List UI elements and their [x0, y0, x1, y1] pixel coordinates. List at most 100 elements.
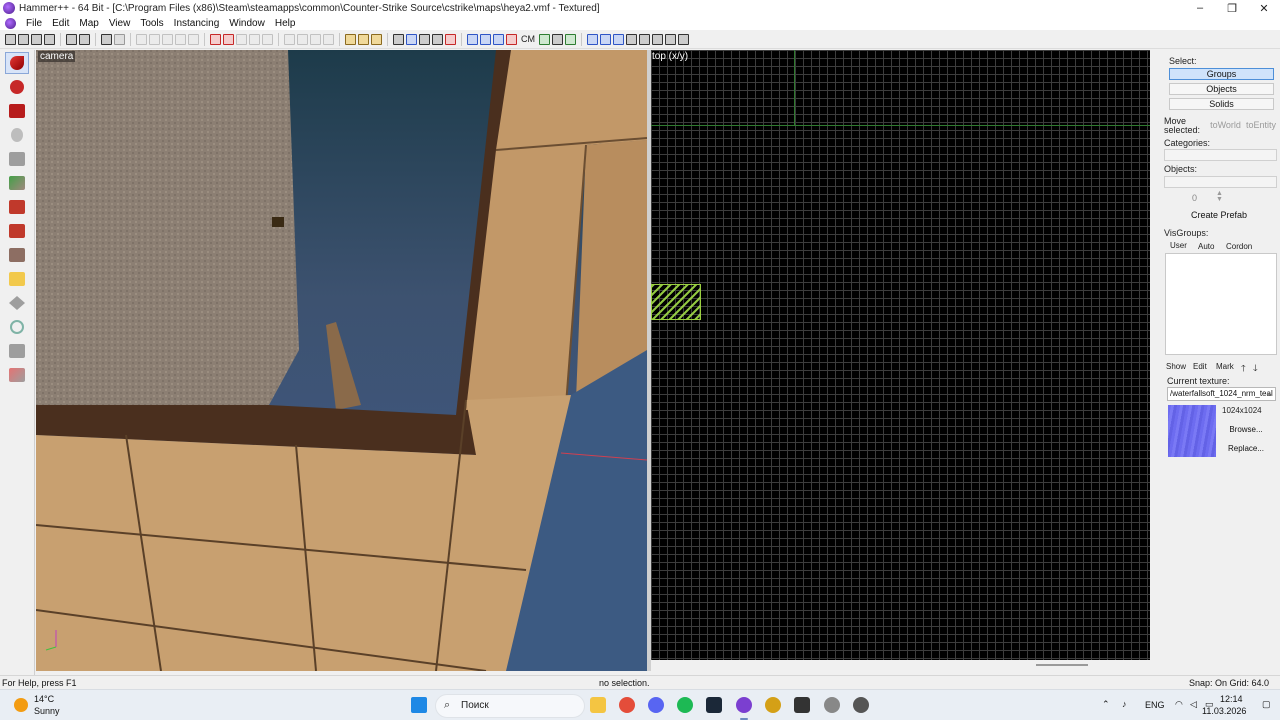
- menu-view[interactable]: View: [104, 18, 136, 29]
- top-viewport[interactable]: top (x/y): [651, 50, 1150, 660]
- microphone-icon[interactable]: ♪: [1122, 699, 1127, 709]
- select-by-handles-icon[interactable]: [406, 33, 417, 45]
- cubemap-toggle[interactable]: CM: [521, 34, 535, 44]
- decal-tool[interactable]: [5, 220, 29, 242]
- select-all-icon[interactable]: [552, 33, 563, 45]
- entity-report-icon[interactable]: [467, 33, 478, 45]
- scroll-thumb[interactable]: [1036, 664, 1088, 666]
- visgroups-tab-user[interactable]: User: [1170, 241, 1187, 250]
- clip-icon[interactable]: [262, 33, 273, 45]
- magnify-tool[interactable]: [5, 76, 29, 98]
- map-info-icon[interactable]: [493, 33, 504, 45]
- camera-scene[interactable]: [36, 50, 647, 671]
- select-solids-button[interactable]: Solids: [1169, 98, 1274, 110]
- close-button[interactable]: ✕: [1248, 0, 1280, 16]
- tray-chevron-up-icon[interactable]: ⌃: [1102, 699, 1110, 710]
- sun-icon[interactable]: [14, 698, 28, 712]
- app-icon-gray[interactable]: [824, 697, 840, 713]
- app-icon-settings[interactable]: [853, 697, 869, 713]
- menu-instancing[interactable]: Instancing: [169, 18, 225, 29]
- maximize-button[interactable]: ❐: [1216, 0, 1248, 16]
- app-icon-yellow[interactable]: [765, 697, 781, 713]
- path-tool[interactable]: [5, 316, 29, 338]
- objects-dropdown[interactable]: [1164, 176, 1277, 188]
- light-radius-icon[interactable]: [600, 33, 611, 45]
- current-texture-dropdown[interactable]: /waterfallsoft_1024_nrm_teal ⌄: [1167, 387, 1276, 401]
- clipping-tool[interactable]: [5, 268, 29, 290]
- hide-objects-icon[interactable]: [236, 33, 247, 45]
- hide-icon[interactable]: [175, 33, 186, 45]
- selected-brush-2d[interactable]: [651, 284, 701, 320]
- camera-viewport[interactable]: camera: [36, 50, 647, 671]
- weather-temperature[interactable]: 14°C: [34, 694, 54, 704]
- create-prefab-button[interactable]: Create Prefab: [1184, 210, 1254, 222]
- compile-icon[interactable]: [665, 33, 676, 45]
- document-icon[interactable]: [5, 17, 16, 29]
- instance-icon[interactable]: [678, 33, 689, 45]
- menu-window[interactable]: Window: [224, 18, 270, 29]
- visgroups-show-button[interactable]: Show: [1166, 362, 1186, 371]
- texture-align-icon[interactable]: [371, 33, 382, 45]
- move-up-icon[interactable]: 🡑: [1241, 361, 1246, 377]
- prefab-tool[interactable]: [5, 364, 29, 386]
- visgroups-tab-auto[interactable]: Auto: [1198, 242, 1214, 251]
- copy-icon[interactable]: [297, 33, 308, 45]
- load-window-state-icon[interactable]: [66, 33, 77, 45]
- block-tool[interactable]: [5, 148, 29, 170]
- cut-icon[interactable]: [284, 33, 295, 45]
- weather-description[interactable]: Sunny: [34, 706, 60, 716]
- wifi-icon[interactable]: ◠: [1175, 699, 1183, 710]
- grid-smaller-icon[interactable]: [18, 33, 29, 45]
- leak-file-icon[interactable]: [652, 33, 663, 45]
- toggle-texture-icon[interactable]: [419, 33, 430, 45]
- browse-texture-button[interactable]: Browse...: [1220, 425, 1272, 437]
- show-3d-grid-icon[interactable]: [506, 33, 517, 45]
- carve-icon[interactable]: [136, 33, 147, 45]
- ungroup-icon[interactable]: [162, 33, 173, 45]
- visgroups-edit-button[interactable]: Edit: [1193, 362, 1207, 371]
- visgroups-tab-cordon[interactable]: Cordon: [1226, 242, 1252, 251]
- overlay-tool[interactable]: [5, 244, 29, 266]
- cordon-edit-icon[interactable]: [223, 33, 234, 45]
- minimize-button[interactable]: –: [1184, 0, 1216, 16]
- hammer-taskbar-icon[interactable]: [736, 697, 752, 713]
- texture-application-tool[interactable]: [5, 172, 29, 194]
- texture-lock-icon[interactable]: [345, 33, 356, 45]
- select-objects-button[interactable]: Objects: [1169, 83, 1274, 95]
- top-viewport-label[interactable]: top (x/y): [652, 51, 688, 62]
- grid-3d-icon[interactable]: [44, 33, 55, 45]
- taskbar-search[interactable]: ⌕ Поиск: [435, 694, 585, 718]
- menu-help[interactable]: Help: [270, 18, 301, 29]
- notification-icon[interactable]: ▢: [1262, 699, 1271, 710]
- steam-icon[interactable]: [706, 697, 722, 713]
- group-icon[interactable]: [149, 33, 160, 45]
- show-helpers-icon[interactable]: [432, 33, 443, 45]
- top-viewport-scrollbar[interactable]: [651, 660, 1150, 671]
- check-problems-icon[interactable]: [480, 33, 491, 45]
- sprite-icon[interactable]: [565, 33, 576, 45]
- models-in-2d-icon[interactable]: [445, 33, 456, 45]
- spotify-icon[interactable]: [677, 697, 693, 713]
- app-icon-dark[interactable]: [794, 697, 810, 713]
- paste-special-icon[interactable]: [323, 33, 334, 45]
- camera-viewport-label[interactable]: camera: [38, 51, 76, 62]
- visgroups-icon[interactable]: [626, 33, 637, 45]
- entity-tool[interactable]: [5, 124, 29, 146]
- select-groups-button[interactable]: Groups: [1169, 68, 1274, 80]
- replace-texture-button[interactable]: Replace...: [1220, 444, 1272, 456]
- texture-scale-lock-icon[interactable]: [358, 33, 369, 45]
- objects-count-spinner[interactable]: ▲ ▼: [1216, 190, 1223, 203]
- sound-radius-icon[interactable]: [587, 33, 598, 45]
- apply-texture-tool[interactable]: [5, 196, 29, 218]
- save-window-state-icon[interactable]: [79, 33, 90, 45]
- clock-date[interactable]: 11.03.2026: [1202, 706, 1246, 716]
- grid-toggle-icon[interactable]: [5, 33, 16, 45]
- show-objects-icon[interactable]: [249, 33, 260, 45]
- move-down-icon[interactable]: 🡓: [1253, 361, 1258, 377]
- chrome-icon[interactable]: [619, 697, 635, 713]
- cordon-tool[interactable]: [5, 340, 29, 362]
- selection-box-icon[interactable]: [393, 33, 404, 45]
- selection-tool[interactable]: [5, 52, 29, 74]
- visgroups-list[interactable]: [1165, 253, 1277, 355]
- visgroups-mark-button[interactable]: Mark: [1216, 362, 1234, 371]
